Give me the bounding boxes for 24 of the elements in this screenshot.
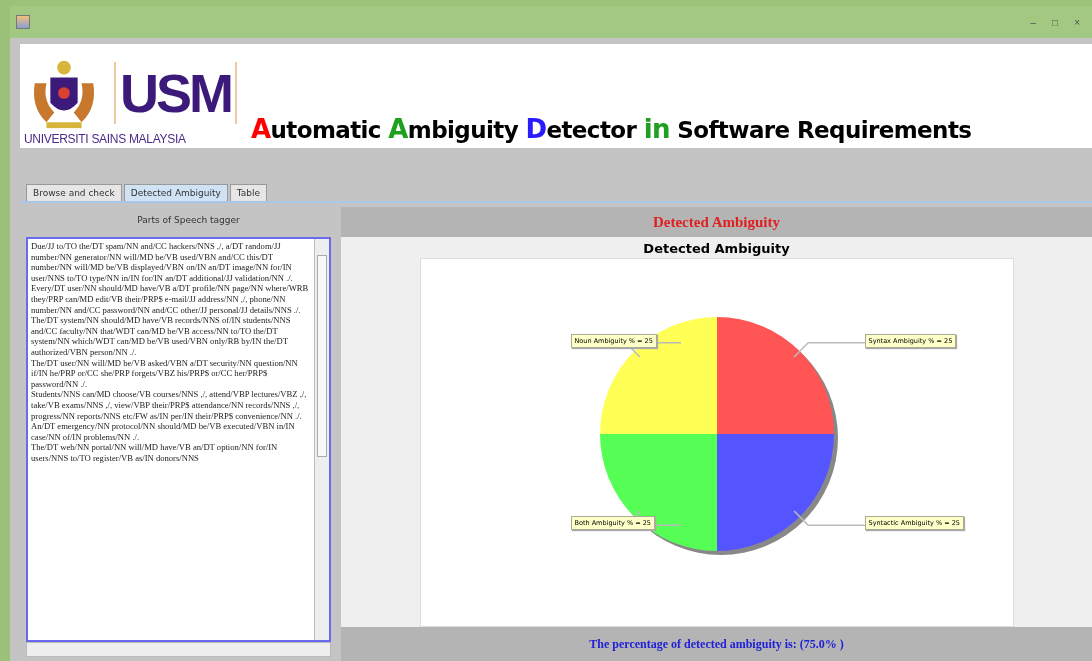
- logo-caption: UNIVERSITI SAINS MALAYSIA: [24, 132, 187, 146]
- tagged-sentence: An/DT emergency/NN protocol/NN should/MD be/VB executed/VBN in/IN case/NN of/IN problems/NN ./.: [31, 421, 296, 443]
- app-title: Automatic Ambiguity Detector in Software Requirements: [251, 114, 972, 146]
- window-control-button[interactable]: ×: [1068, 16, 1086, 28]
- tagged-sentence: Every/DT user/NN should/MD have/VB a/DT profile/NN page/NN where/WRB they/PRP can/MD edit/VB their/PRP$ e-mail/JJ address/NN ,/, phone/NN number/NN and/CC password/NN and/CC other/JJ personal/JJ details/NNS ./.: [31, 283, 310, 316]
- tab[interactable]: Detected Ambiguity: [123, 184, 228, 201]
- percentage-text: The percentage of detected ambiguity is: (75.0% ): [589, 636, 844, 652]
- panel-title: Parts of Speech tagger: [136, 214, 241, 227]
- window-control-button[interactable]: □: [1046, 16, 1065, 28]
- tagged-sentence: The/DT user/NN will/MD be/VB asked/VBN a/DT security/NN question/NN if/IN he/PRP or/CC she/PRP forgets/VBZ his/PRP$ or/CC her/PRP$ password/NN ./.: [31, 357, 299, 390]
- tagged-sentence: The/DT web/NN portal/NN will/MD have/VB an/DT option/NN for/IN users/NNS to/TO register/VB as/IN donors/NNS: [31, 442, 279, 464]
- tagged-sentence: Students/NNS can/MD choose/VB courses/NNS ,/, attend/VBP lectures/VBZ ,/, take/VB exams/NNS ,/, view/VBP their/PRP$ attendance/NN records/NNS ,/, progress/NN reports/NNS etc/FW as/IN per/IN their/PRP$ convenience/NN ./.: [31, 389, 308, 422]
- tagged-sentence: The/DT system/NN should/MD have/VB records/NNS of/IN students/NNS and/CC faculty/NN that/WDT can/MD be/VB access/NN to/TO the/DT system/NN which/WDT can/MD be/VB used/VBN only/RB by/IN the/DT authorized/VBN person/NN ./.: [31, 315, 292, 358]
- horizontal-scrollbar[interactable]: [26, 642, 331, 657]
- vertical-scrollbar[interactable]: [314, 239, 329, 640]
- window-control-button[interactable]: –: [1024, 16, 1043, 28]
- tab[interactable]: Browse and check: [26, 184, 122, 201]
- tab[interactable]: Table: [229, 184, 268, 201]
- app-icon: [16, 15, 30, 29]
- result-title: Detected Ambiguity: [341, 207, 1092, 237]
- chart-title: Detected Ambiguity: [643, 240, 790, 258]
- tagged-sentence: Due/JJ to/TO the/DT spam/NN and/CC hackers/NNS ,/, a/DT random/JJ number/NN generator/NN will/MD be/VB used/VBN and/CC this/DT number/NN will/MD be/VB displayed/VBN on/IN an/DT image/NN for/IN user/NNS to/TO type/NN in/IN for/IN an/DT additional/JJ validation/NN ./.: [31, 241, 294, 284]
- logo-wordmark: USM: [114, 62, 237, 124]
- tagged-text-area[interactable]: [26, 237, 331, 642]
